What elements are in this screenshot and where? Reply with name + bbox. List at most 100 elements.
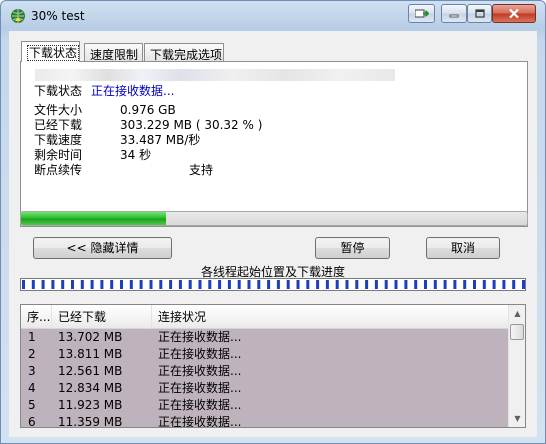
scroll-up-arrow-icon[interactable]: ▲ (509, 305, 525, 322)
table-row[interactable]: 5 11.923 MB 正在接收数据... (21, 397, 508, 414)
threads-progress-bar (20, 278, 526, 291)
column-header-index[interactable]: 序... (21, 305, 52, 329)
thread-start-marker (414, 280, 418, 289)
thread-start-marker (218, 280, 222, 289)
list-header: 序... 已经下载 连接状况 (21, 305, 508, 329)
row-status: 正在接收数据... (158, 347, 242, 361)
table-row[interactable]: 3 12.561 MB 正在接收数据... (21, 363, 508, 380)
row-downloaded: 13.811 MB (58, 347, 123, 361)
thread-start-marker (71, 280, 74, 289)
thread-start-marker (41, 280, 45, 289)
download-status-panel: 下载状态 正在接收数据... 文件大小 0.976 GB 已经下载 303.22… (20, 61, 528, 227)
thread-start-marker (22, 280, 25, 289)
row-status: 正在接收数据... (158, 330, 242, 344)
table-row[interactable]: 4 12.834 MB 正在接收数据... (21, 380, 508, 397)
thread-markers (22, 280, 525, 289)
thread-start-marker (247, 280, 251, 289)
thread-start-marker (149, 280, 153, 289)
thread-start-marker (286, 280, 290, 289)
maximize-icon (474, 9, 485, 18)
globe-download-icon (11, 9, 25, 23)
table-row[interactable]: 2 13.811 MB 正在接收数据... (21, 346, 508, 363)
row-status: 正在接收数据... (158, 415, 242, 428)
column-header-downloaded[interactable]: 已经下载 (52, 305, 152, 329)
minimize-button[interactable] (441, 4, 467, 23)
thread-start-marker (473, 280, 476, 289)
thread-start-marker (80, 280, 84, 289)
thread-start-marker (188, 280, 192, 289)
thread-start-marker (169, 280, 173, 289)
thread-start-marker (374, 280, 378, 289)
thread-start-marker (296, 280, 300, 289)
thread-start-marker (198, 280, 202, 289)
table-row[interactable]: 1 13.702 MB 正在接收数据... (21, 329, 508, 346)
close-button[interactable] (492, 4, 536, 23)
tab-completion-options[interactable]: 下载完成选项 (144, 43, 224, 62)
tab-label: 速度限制 (90, 48, 139, 62)
thread-start-marker (443, 280, 447, 289)
thread-start-marker (159, 280, 163, 289)
row-status: 正在接收数据... (158, 398, 242, 412)
file-size-value: 0.976 GB (120, 103, 176, 117)
row-downloaded: 13.702 MB (58, 330, 123, 344)
maximize-button[interactable] (467, 4, 492, 23)
row-index: 4 (28, 381, 36, 395)
overall-progress-bar (20, 211, 528, 226)
tab-speed-limit[interactable]: 速度限制 (84, 43, 143, 62)
thread-start-marker (345, 280, 349, 289)
tab-download-status[interactable]: 下载状态 (21, 41, 80, 62)
thread-start-marker (61, 280, 65, 289)
thread-start-marker (139, 280, 143, 289)
row-downloaded: 11.923 MB (58, 398, 123, 412)
row-index: 2 (28, 347, 36, 361)
blurred-url (35, 69, 395, 81)
status-value: 正在接收数据... (91, 84, 175, 98)
pause-button[interactable]: 暂停 (315, 237, 390, 259)
thread-start-marker (51, 280, 55, 289)
scroll-thumb[interactable] (510, 324, 524, 340)
thread-start-marker (433, 280, 437, 289)
row-index: 5 (28, 398, 36, 412)
dialog-body: 下载状态 速度限制 下载完成选项 下载状态 正在接收数据... 文件大小 0.9… (9, 31, 537, 437)
resume-value: 支持 (189, 163, 214, 177)
cancel-button[interactable]: 取消 (426, 237, 500, 259)
scroll-down-arrow-icon[interactable]: ▼ (509, 410, 525, 427)
time-remaining-value: 34 秒 (120, 148, 152, 162)
row-status: 正在接收数据... (158, 364, 242, 378)
progress-fill (21, 212, 167, 225)
row-status: 正在接收数据... (158, 381, 242, 395)
table-row[interactable]: 6 11.359 MB 正在接收数据... (21, 414, 508, 428)
thread-start-marker (394, 280, 398, 289)
download-window: 30% test 下载状态 速度限制 下载完成选项 下载状态 正在接收数据...… (0, 0, 546, 444)
row-downloaded: 12.561 MB (58, 364, 123, 378)
thread-start-marker (365, 280, 369, 289)
thread-start-marker (384, 280, 388, 289)
thread-start-marker (522, 280, 525, 289)
thread-start-marker (335, 280, 339, 289)
file-size-label: 文件大小 (34, 103, 83, 117)
thread-start-marker (208, 280, 212, 289)
thread-start-marker (502, 280, 506, 289)
thread-start-marker (276, 280, 280, 289)
extra-window-button[interactable] (408, 4, 435, 23)
arrow-right-icon (414, 9, 429, 18)
thread-start-marker (31, 280, 35, 289)
thread-start-marker (404, 280, 408, 289)
thread-start-marker (227, 280, 231, 289)
thread-start-marker (492, 280, 496, 289)
tab-label: 下载状态 (27, 45, 80, 61)
thread-start-marker (110, 280, 114, 289)
close-icon (509, 8, 519, 19)
thread-start-marker (512, 280, 516, 289)
connections-list[interactable]: 序... 已经下载 连接状况 1 13.702 MB 正在接收数据... 2 1… (20, 304, 526, 428)
list-scrollbar[interactable]: ▲ ▼ (508, 305, 525, 427)
title-bar[interactable]: 30% test (1, 1, 545, 31)
window-title: 30% test (31, 9, 85, 23)
thread-start-marker (424, 280, 427, 289)
row-index: 6 (28, 415, 36, 428)
column-header-connection-status[interactable]: 连接状况 (152, 305, 508, 329)
thread-start-marker (316, 280, 320, 289)
thread-start-marker (482, 280, 486, 289)
hide-details-button[interactable]: << 隐藏详情 (33, 237, 172, 259)
downloaded-label: 已经下载 (34, 118, 83, 132)
